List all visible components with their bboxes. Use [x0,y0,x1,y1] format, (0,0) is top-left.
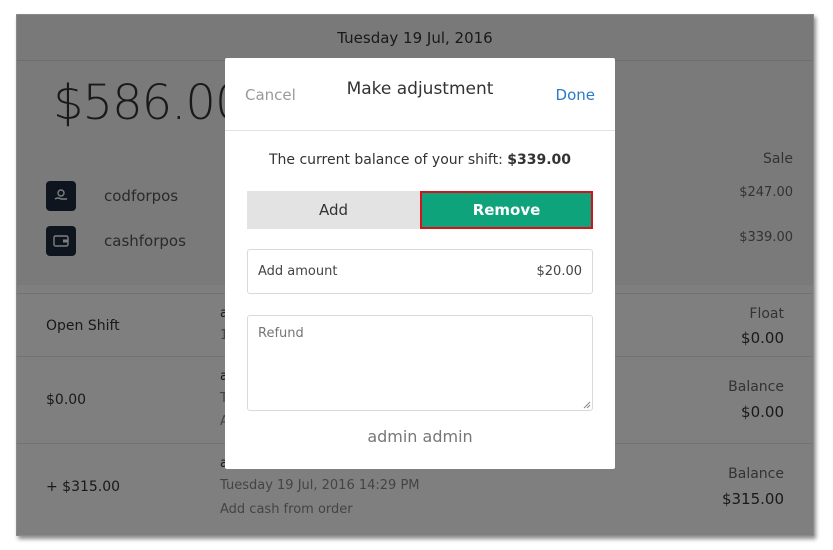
dialog-header: Cancel Make adjustment Done [225,58,615,131]
add-button[interactable]: Add [247,191,420,229]
add-remove-toggle: Add Remove [247,191,593,229]
amount-value: $20.00 [536,264,583,279]
amount-input[interactable]: Add amount $20.00 [247,249,593,294]
make-adjustment-dialog: Cancel Make adjustment Done The current … [225,58,615,469]
done-button[interactable]: Done [556,86,595,104]
app-window: Tuesday 19 Jul, 2016 $586.00 Sale codfor… [16,14,814,536]
amount-label: Add amount [258,264,338,279]
cashier-name: admin admin [367,427,473,446]
remove-button[interactable]: Remove [420,191,593,229]
current-balance-text: The current balance of your shift: $339.… [225,152,615,168]
balance-value: $339.00 [507,152,572,168]
resize-grip-icon[interactable] [581,399,591,409]
refund-note-textarea[interactable] [247,315,593,411]
balance-prefix: The current balance of your shift: [268,152,508,168]
